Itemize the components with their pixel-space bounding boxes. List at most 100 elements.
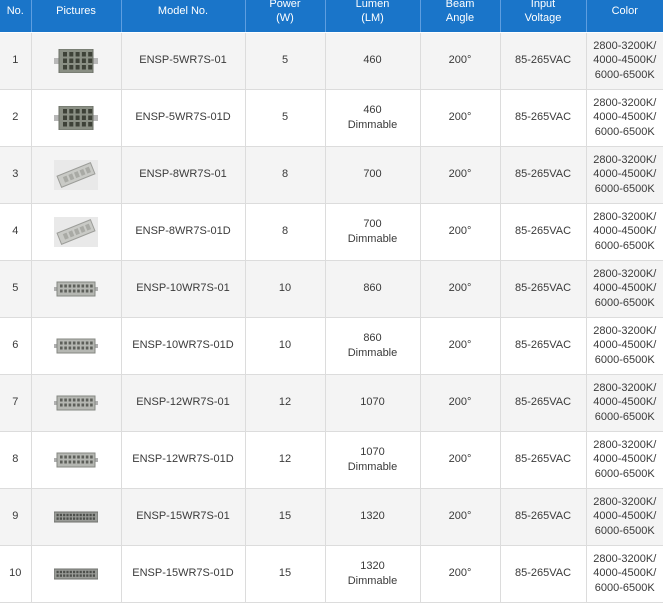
- color-temperature-line: 2800-3200K/: [593, 153, 657, 166]
- color-temperature-cell: 2800-3200K/4000-4500K/6000-6500K: [586, 260, 663, 318]
- lumen-value: 1070: [360, 446, 385, 458]
- color-temperature-line: 4000-4500K/: [593, 54, 657, 67]
- picture-cell: [31, 545, 122, 603]
- model-number: ENSP-8WR7S-01: [121, 146, 246, 204]
- lumen-value: 1320: [360, 560, 385, 572]
- picture-cell: [31, 146, 122, 204]
- picture-cell: [31, 488, 122, 546]
- color-temperature-line: 2800-3200K/: [593, 552, 657, 565]
- color-temperature-line: 6000-6500K: [594, 353, 655, 366]
- color-temperature-line: 6000-6500K: [594, 467, 655, 480]
- dimmable-label: Dimmable: [347, 346, 398, 359]
- lumen-cell: 460: [325, 32, 421, 90]
- color-temperature-cell: 2800-3200K/4000-4500K/6000-6500K: [586, 431, 663, 489]
- color-temperature-line: 4000-4500K/: [593, 339, 657, 352]
- lumen-value: 1320: [360, 510, 385, 523]
- beam-angle-value: 200°: [420, 146, 501, 204]
- power-value: 15: [245, 488, 326, 546]
- lumen-value: 700: [363, 218, 382, 230]
- row-number: 9: [0, 488, 32, 546]
- beam-angle-value: 200°: [420, 488, 501, 546]
- power-value: 15: [245, 545, 326, 603]
- lamp-photo: [54, 511, 98, 522]
- dimmable-label: Dimmable: [347, 460, 398, 473]
- lamp-photo: [54, 452, 98, 467]
- beam-angle-value: 200°: [420, 32, 501, 90]
- row-number: 2: [0, 89, 32, 147]
- header-beam: Beam Angle: [420, 0, 501, 33]
- dimmable-label: Dimmable: [347, 232, 398, 245]
- model-number: ENSP-5WR7S-01: [121, 32, 246, 90]
- dimmable-label: Dimmable: [347, 574, 398, 587]
- input-voltage-value: 85-265VAC: [500, 146, 587, 204]
- lumen-cell: 1070 Dimmable: [325, 431, 421, 489]
- header-lumen: Lumen (LM): [325, 0, 421, 33]
- table-row: 3 ENSP-8WR7S-01 8 700 200° 85-265VAC 2800-3200…: [0, 146, 663, 204]
- input-voltage-value: 85-265VAC: [500, 431, 587, 489]
- lumen-cell: 1320: [325, 488, 421, 546]
- model-number: ENSP-15WR7S-01: [121, 488, 246, 546]
- input-voltage-value: 85-265VAC: [500, 317, 587, 375]
- power-value: 5: [245, 89, 326, 147]
- header-voltage-line1: Input: [530, 0, 556, 11]
- color-temperature-line: 2800-3200K/: [593, 267, 657, 280]
- picture-cell: [31, 260, 122, 318]
- color-temperature-line: 6000-6500K: [594, 296, 655, 309]
- row-number: 10: [0, 545, 32, 603]
- table-row: 6 ENSP-10WR7S-01D 10 860 Dimmable 200° 85-265V…: [0, 317, 663, 375]
- table-row: 5 ENSP-10WR7S-01 10 860 200° 85-265VAC 2800-32…: [0, 260, 663, 318]
- lumen-value: 1070: [360, 396, 385, 409]
- lamp-photo: [54, 395, 98, 410]
- color-temperature-cell: 2800-3200K/4000-4500K/6000-6500K: [586, 89, 663, 147]
- picture-cell: [31, 317, 122, 375]
- header-voltage-line2: Voltage: [524, 12, 562, 25]
- color-temperature-cell: 2800-3200K/4000-4500K/6000-6500K: [586, 146, 663, 204]
- model-number: ENSP-10WR7S-01: [121, 260, 246, 318]
- lumen-value: 460: [363, 54, 382, 67]
- color-temperature-cell: 2800-3200K/4000-4500K/6000-6500K: [586, 488, 663, 546]
- power-value: 8: [245, 203, 326, 261]
- table-body: 1 ENSP-5WR7S-01 5 460 200° 85-265VAC 2800-3200…: [0, 32, 663, 603]
- color-temperature-line: 4000-4500K/: [593, 567, 657, 580]
- beam-angle-value: 200°: [420, 203, 501, 261]
- color-temperature-line: 6000-6500K: [594, 581, 655, 594]
- lamp-photo: [54, 281, 98, 296]
- header-no: No.: [0, 0, 32, 33]
- input-voltage-value: 85-265VAC: [500, 203, 587, 261]
- power-value: 8: [245, 146, 326, 204]
- table-row: 9 ENSP-15WR7S-01 15 1320 200° 85-265VAC 2800-3…: [0, 488, 663, 546]
- picture-cell: [31, 89, 122, 147]
- input-voltage-value: 85-265VAC: [500, 488, 587, 546]
- color-temperature-line: 4000-4500K/: [593, 168, 657, 181]
- row-number: 1: [0, 32, 32, 90]
- row-number: 3: [0, 146, 32, 204]
- table-row: 4 ENSP-8WR7S-01D 8 700 Dimmable 200° 85-265VAC…: [0, 203, 663, 261]
- lamp-photo: [54, 568, 98, 579]
- lumen-cell: 860 Dimmable: [325, 317, 421, 375]
- row-number: 7: [0, 374, 32, 432]
- color-temperature-line: 6000-6500K: [594, 182, 655, 195]
- color-temperature-line: 2800-3200K/: [593, 381, 657, 394]
- color-temperature-line: 2800-3200K/: [593, 210, 657, 223]
- input-voltage-value: 85-265VAC: [500, 260, 587, 318]
- picture-cell: [31, 374, 122, 432]
- lamp-photo: [54, 105, 98, 130]
- lumen-value: 860: [363, 282, 382, 295]
- lamp-photo: [54, 216, 98, 247]
- row-number: 6: [0, 317, 32, 375]
- color-temperature-line: 4000-4500K/: [593, 396, 657, 409]
- color-temperature-line: 6000-6500K: [594, 125, 655, 138]
- power-value: 12: [245, 374, 326, 432]
- color-temperature-line: 2800-3200K/: [593, 438, 657, 451]
- lumen-value: 700: [363, 168, 382, 181]
- input-voltage-value: 85-265VAC: [500, 374, 587, 432]
- dimmable-label: Dimmable: [347, 118, 398, 131]
- header-power-line1: Power: [269, 0, 301, 11]
- color-temperature-line: 2800-3200K/: [593, 324, 657, 337]
- color-temperature-line: 4000-4500K/: [593, 225, 657, 238]
- lumen-cell: 700: [325, 146, 421, 204]
- lamp-photo: [54, 338, 98, 353]
- lumen-cell: 700 Dimmable: [325, 203, 421, 261]
- header-voltage: Input Voltage: [500, 0, 587, 33]
- beam-angle-value: 200°: [420, 89, 501, 147]
